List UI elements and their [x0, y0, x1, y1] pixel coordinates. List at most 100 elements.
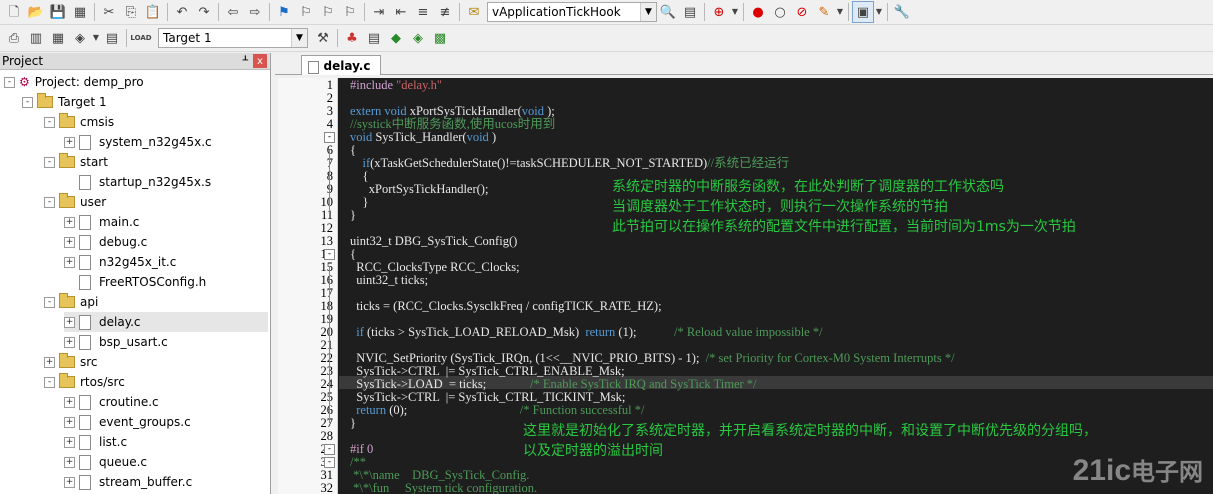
- paste-icon[interactable]: 📋: [142, 1, 164, 23]
- expand-icon[interactable]: +: [64, 416, 75, 428]
- batch-build-icon[interactable]: ◈: [69, 27, 91, 49]
- collapse-icon[interactable]: -: [4, 76, 15, 88]
- tree-item[interactable]: + n32g45x_it.c: [64, 252, 268, 272]
- incremental-find-icon[interactable]: ▤: [679, 1, 701, 23]
- expand-icon[interactable]: +: [64, 476, 75, 488]
- function-combo[interactable]: vApplicationTickHook ▼: [487, 2, 657, 22]
- tree-item[interactable]: - user: [44, 192, 268, 212]
- disable-breakpoint-icon[interactable]: ○: [769, 1, 791, 23]
- nav-back-icon[interactable]: ⇦: [222, 1, 244, 23]
- expand-icon[interactable]: +: [64, 236, 75, 248]
- indent-icon[interactable]: ⇥: [368, 1, 390, 23]
- cut-icon[interactable]: ✂: [98, 1, 120, 23]
- code-editor[interactable]: 12345-67891011121314-1516171819202122232…: [278, 78, 1213, 494]
- expand-icon[interactable]: +: [64, 436, 75, 448]
- fold-toggle-icon[interactable]: -: [324, 249, 335, 260]
- find-icon[interactable]: 🔍: [657, 1, 679, 23]
- chevron-down-icon[interactable]: ▼: [874, 1, 884, 23]
- tree-item[interactable]: + queue.c: [64, 452, 268, 472]
- select-pack-icon[interactable]: ◆: [385, 27, 407, 49]
- collapse-icon[interactable]: -: [44, 116, 55, 128]
- build-icon[interactable]: ▥: [25, 27, 47, 49]
- copy-icon[interactable]: ⎘: [120, 1, 142, 23]
- fold-toggle-icon[interactable]: -: [324, 132, 335, 143]
- tree-item[interactable]: + delay.c: [64, 312, 268, 332]
- tree-item[interactable]: + stream_buffer.c: [64, 472, 268, 492]
- tree-item[interactable]: - api: [44, 292, 268, 312]
- pin-icon[interactable]: ᚆ: [243, 53, 248, 66]
- save-all-icon[interactable]: ▦: [69, 1, 91, 23]
- manage-components-icon[interactable]: ▤: [363, 27, 385, 49]
- target-combo[interactable]: Target 1 ▼: [158, 28, 308, 48]
- file-extensions-icon[interactable]: ♣: [341, 27, 363, 49]
- chevron-down-icon[interactable]: ▼: [730, 1, 740, 23]
- clear-bookmarks-icon[interactable]: ⚐: [339, 1, 361, 23]
- target-options-icon[interactable]: ⚒: [312, 27, 334, 49]
- chevron-down-icon[interactable]: ▼: [835, 1, 845, 23]
- collapse-icon[interactable]: -: [44, 196, 55, 208]
- chevron-down-icon[interactable]: ▼: [640, 3, 656, 21]
- comment-icon[interactable]: ≡: [412, 1, 434, 23]
- undo-icon[interactable]: ↶: [171, 1, 193, 23]
- next-bookmark-icon[interactable]: ⚐: [317, 1, 339, 23]
- code-token: #include: [350, 78, 397, 92]
- pack-installer-icon[interactable]: ◈: [407, 27, 429, 49]
- tree-item[interactable]: + system_n32g45x.c: [64, 132, 268, 152]
- open-folder-icon[interactable]: 📂: [25, 1, 47, 23]
- expand-icon[interactable]: +: [64, 256, 75, 268]
- stop-build-icon[interactable]: ▤: [101, 27, 123, 49]
- new-file-icon[interactable]: 🗋: [3, 1, 25, 23]
- expand-icon[interactable]: +: [64, 136, 75, 148]
- tree-item[interactable]: - cmsis: [44, 112, 268, 132]
- tab-delay-c[interactable]: delay.c: [301, 55, 381, 75]
- tree-item[interactable]: startup_n32g45x.s: [64, 172, 268, 192]
- tree-item[interactable]: + croutine.c: [64, 392, 268, 412]
- tree-item[interactable]: - start: [44, 152, 268, 172]
- collapse-icon[interactable]: -: [44, 156, 55, 168]
- wrench-icon[interactable]: 🔧: [891, 1, 913, 23]
- breakpoint-icon[interactable]: ●: [747, 1, 769, 23]
- expand-icon[interactable]: +: [44, 356, 55, 368]
- collapse-icon[interactable]: -: [22, 96, 33, 108]
- translate-icon[interactable]: ⎙: [3, 27, 25, 49]
- tree-item[interactable]: - ⚙ Project: demp_pro: [4, 72, 268, 92]
- tree-item[interactable]: - Target 1: [22, 92, 268, 112]
- find-in-files-icon[interactable]: ✉: [463, 1, 485, 23]
- tree-item[interactable]: + debug.c: [64, 232, 268, 252]
- tree-item[interactable]: - rtos/src: [44, 372, 268, 392]
- close-icon[interactable]: x: [253, 54, 267, 68]
- collapse-icon[interactable]: -: [44, 376, 55, 388]
- tree-item[interactable]: + main.c: [64, 212, 268, 232]
- kill-breakpoints-icon[interactable]: ⊘: [791, 1, 813, 23]
- collapse-icon[interactable]: -: [44, 296, 55, 308]
- expand-icon[interactable]: +: [64, 336, 75, 348]
- rebuild-icon[interactable]: ▦: [47, 27, 69, 49]
- tree-item[interactable]: + list.c: [64, 432, 268, 452]
- expand-icon[interactable]: +: [64, 216, 75, 228]
- prev-bookmark-icon[interactable]: ⚐: [295, 1, 317, 23]
- tree-item[interactable]: + bsp_usart.c: [64, 332, 268, 352]
- tree-item[interactable]: + event_groups.c: [64, 412, 268, 432]
- window-layout-icon[interactable]: ▣: [852, 1, 874, 23]
- fold-toggle-icon[interactable]: -: [324, 444, 335, 455]
- debug-session-icon[interactable]: ⊕: [708, 1, 730, 23]
- unindent-icon[interactable]: ⇤: [390, 1, 412, 23]
- fold-toggle-icon[interactable]: -: [324, 457, 335, 468]
- redo-icon[interactable]: ↷: [193, 1, 215, 23]
- run-time-environment-icon[interactable]: ▩: [429, 27, 451, 49]
- tree-item[interactable]: FreeRTOSConfig.h: [64, 272, 268, 292]
- expand-icon[interactable]: +: [64, 456, 75, 468]
- uncomment-icon[interactable]: ≢: [434, 1, 456, 23]
- expand-icon[interactable]: +: [64, 316, 75, 328]
- bookmark-icon[interactable]: ⚑: [273, 1, 295, 23]
- save-icon[interactable]: 💾: [47, 1, 69, 23]
- disable-all-breakpoints-icon[interactable]: ✎: [813, 1, 835, 23]
- download-icon[interactable]: LOAD: [130, 27, 152, 49]
- chevron-down-icon[interactable]: ▼: [91, 27, 101, 49]
- nav-forward-icon[interactable]: ⇨: [244, 1, 266, 23]
- code-token: extern void: [350, 104, 407, 118]
- expand-icon[interactable]: +: [64, 396, 75, 408]
- code-token: if: [356, 325, 364, 339]
- chevron-down-icon[interactable]: ▼: [291, 29, 307, 47]
- tree-item[interactable]: + src: [44, 352, 268, 372]
